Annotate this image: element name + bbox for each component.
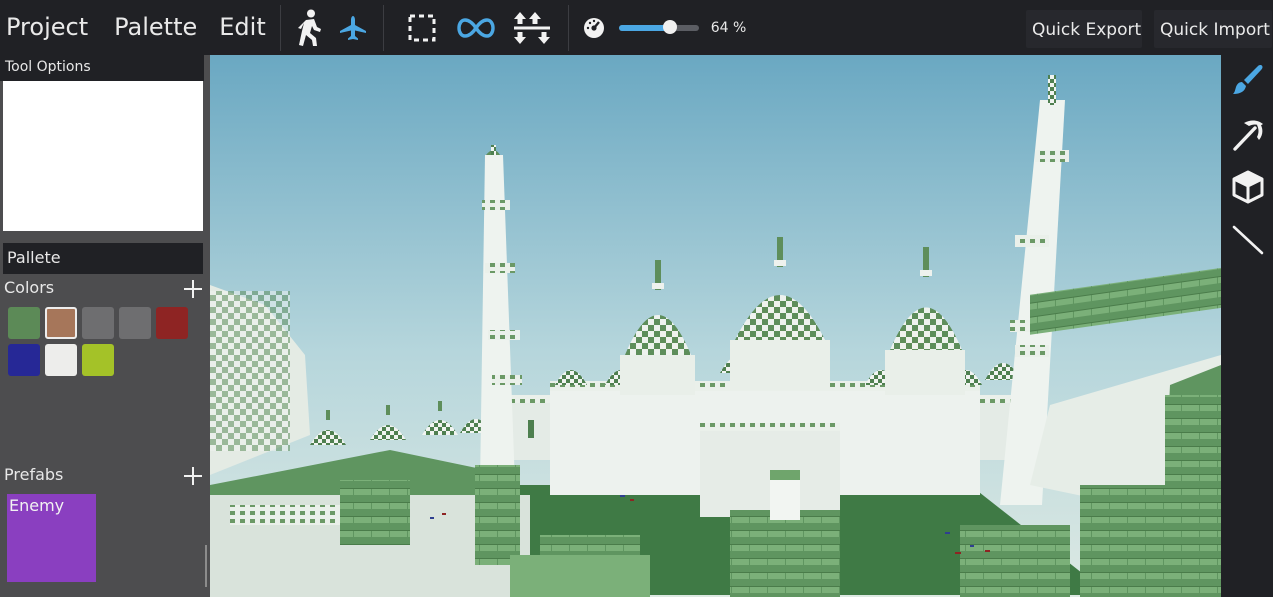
toolbar-divider xyxy=(382,4,384,51)
quick-import-button[interactable]: Quick Import xyxy=(1154,10,1272,48)
add-color-button[interactable] xyxy=(184,280,202,298)
line-tool-button[interactable] xyxy=(1229,221,1267,259)
color-swatch[interactable] xyxy=(8,307,40,339)
vertical-move-button[interactable] xyxy=(510,0,554,55)
left-panel: Tool Options Pallete Colors Prefabs Enem… xyxy=(0,55,210,597)
tool-options-title: Tool Options xyxy=(0,55,204,81)
pallete-title: Pallete xyxy=(3,243,203,274)
walk-mode-button[interactable] xyxy=(291,0,327,55)
speedometer-icon xyxy=(583,17,604,38)
fly-icon xyxy=(339,15,366,40)
color-swatch[interactable] xyxy=(156,307,188,339)
infinity-icon xyxy=(457,17,495,38)
toolbar-divider xyxy=(279,4,281,51)
cube-tool-button[interactable] xyxy=(1229,168,1267,206)
zoom-value: 64 % xyxy=(710,19,747,36)
selection-button[interactable] xyxy=(402,0,442,55)
quick-export-button[interactable]: Quick Export xyxy=(1026,10,1142,48)
top-toolbar: Project Palette Edit 64 % Quick Export Q… xyxy=(0,0,1273,55)
colors-label: Colors xyxy=(4,278,55,297)
prefab-enemy[interactable]: Enemy xyxy=(7,494,96,582)
color-swatch[interactable] xyxy=(45,307,77,339)
cube-icon xyxy=(1232,170,1264,204)
fly-mode-button[interactable] xyxy=(333,0,373,55)
menu-palette[interactable]: Palette xyxy=(106,0,205,55)
color-swatch[interactable] xyxy=(8,344,40,376)
paint-tool-button[interactable] xyxy=(1229,61,1267,99)
3d-viewport[interactable] xyxy=(210,55,1221,597)
pickaxe-icon xyxy=(1233,120,1263,151)
zoom-slider-handle[interactable] xyxy=(662,19,677,34)
pickaxe-tool-button[interactable] xyxy=(1229,115,1267,153)
right-toolbar xyxy=(1221,55,1273,597)
prefabs-label: Prefabs xyxy=(4,465,64,484)
infinite-mode-button[interactable] xyxy=(454,0,498,55)
paint-brush-icon xyxy=(1233,65,1263,94)
color-swatch[interactable] xyxy=(45,344,77,376)
walk-icon xyxy=(297,9,321,46)
zoom-control: 64 % xyxy=(583,0,747,55)
voxel-mosque-scene xyxy=(210,55,1221,597)
line-icon xyxy=(1232,225,1264,255)
prefab-label: Enemy xyxy=(9,496,65,515)
tool-options-area xyxy=(3,81,203,231)
left-panel-scrollbar[interactable] xyxy=(205,545,207,587)
vertical-arrows-icon xyxy=(513,11,550,44)
zoom-slider[interactable] xyxy=(618,19,699,34)
menu-project[interactable]: Project xyxy=(0,0,96,55)
color-swatch[interactable] xyxy=(82,344,114,376)
selection-icon xyxy=(408,14,436,41)
color-swatch[interactable] xyxy=(119,307,151,339)
menu-edit[interactable]: Edit xyxy=(211,0,273,55)
toolbar-divider xyxy=(567,4,569,51)
color-swatch[interactable] xyxy=(82,307,114,339)
add-prefab-button[interactable] xyxy=(184,467,202,485)
